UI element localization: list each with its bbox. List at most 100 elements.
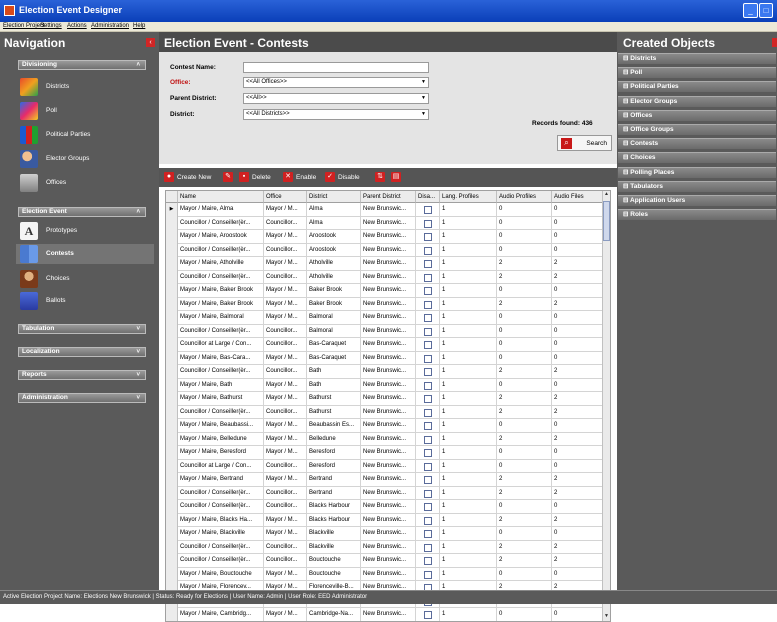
row-header[interactable]	[166, 297, 178, 311]
row-header[interactable]	[166, 216, 178, 230]
disabled-checkbox[interactable]	[424, 273, 432, 282]
nav-group-divisioning[interactable]: Divisioning ˄	[18, 60, 146, 70]
column-header-disabled[interactable]: Disa...	[416, 191, 440, 203]
disabled-checkbox[interactable]	[424, 314, 432, 322]
row-header[interactable]	[166, 527, 178, 541]
district-select[interactable]: <<All Districts>> ▼	[243, 109, 429, 120]
minimize-button[interactable]: _	[743, 3, 758, 18]
delete-button[interactable]: ▪ Delete	[239, 171, 271, 184]
menu-settings[interactable]: Settings	[40, 23, 62, 29]
row-header[interactable]	[166, 486, 178, 500]
collapse-navigation-button[interactable]: ‹	[146, 38, 155, 47]
created-object-office-groups[interactable]: ⊟ Office Groups	[618, 124, 776, 135]
row-header[interactable]	[166, 338, 178, 352]
row-header[interactable]	[166, 230, 178, 244]
disabled-checkbox[interactable]	[424, 368, 432, 376]
table-row[interactable]: Mayor / Maire, Beresford Mayor / M... Bere…	[166, 446, 604, 460]
table-row[interactable]: Mayor / Maire, Blacks Ha... Mayor / M... B…	[166, 513, 604, 527]
table-row[interactable]: Councillor / Conseiller(èr...Councillor.…	[166, 243, 604, 257]
table-row[interactable]: Mayor / Maire, Bertrand Mayor / M... Bertr…	[166, 473, 604, 487]
disabled-checkbox[interactable]	[424, 489, 432, 498]
table-row[interactable]: Mayor / Maire, Belledune Mayor / M... Bell…	[166, 432, 604, 446]
table-row[interactable]: Councillor / Conseiller(èr...Councillor.…	[166, 540, 604, 554]
row-header[interactable]	[166, 378, 178, 392]
nav-group-reports[interactable]: Reports ˅	[18, 370, 146, 380]
scroll-up-icon[interactable]: ▲	[603, 191, 610, 199]
menu-election-project[interactable]: Election Project	[3, 23, 45, 29]
row-header[interactable]	[166, 540, 178, 554]
current-row-indicator[interactable]: ▶	[166, 203, 178, 217]
table-row[interactable]: Councillor at Large / Con... Councillor..…	[166, 338, 604, 352]
table-row[interactable]: Councillor / Conseiller(èr...Councillor.…	[166, 324, 604, 338]
row-header[interactable]	[166, 446, 178, 460]
disabled-checkbox[interactable]	[424, 516, 432, 525]
row-header[interactable]	[166, 270, 178, 284]
row-header[interactable]	[166, 405, 178, 419]
column-header-audio-profiles[interactable]: Audio Profiles	[497, 191, 552, 203]
search-button[interactable]: ⌕ Search	[557, 135, 612, 151]
disabled-checkbox[interactable]	[424, 449, 432, 457]
table-row[interactable]: Mayor / Maire, Bath Mayor / M... Bath New B…	[166, 378, 604, 392]
row-header[interactable]	[166, 243, 178, 257]
disabled-checkbox[interactable]	[424, 381, 432, 390]
table-row[interactable]: Councillor / Conseiller(èr...Councillor.…	[166, 270, 604, 284]
row-header[interactable]	[166, 513, 178, 527]
row-header[interactable]	[166, 311, 178, 325]
nav-group-localization[interactable]: Localization ˅	[18, 347, 146, 357]
table-row[interactable]: Mayor / Maire, Balmoral Mayor / M... Balmo…	[166, 311, 604, 325]
column-header-name[interactable]: Name	[178, 191, 264, 203]
contest-name-input[interactable]	[243, 62, 429, 73]
scroll-thumb[interactable]	[603, 201, 610, 241]
row-header[interactable]	[166, 608, 178, 621]
disabled-checkbox[interactable]	[424, 408, 432, 417]
disabled-checkbox[interactable]	[424, 435, 432, 444]
row-header[interactable]	[166, 257, 178, 271]
table-row[interactable]: ▶ Mayor / Maire, Alma Mayor / M... Alma New …	[166, 203, 604, 217]
nav-item-choices[interactable]: Choices	[20, 269, 152, 289]
created-object-elector-groups[interactable]: ⊟ Elector Groups	[618, 95, 776, 107]
created-object-application-users[interactable]: ⊟ Application Users	[618, 195, 776, 206]
row-header[interactable]	[166, 432, 178, 446]
menu-help[interactable]: Help	[133, 23, 145, 29]
table-row[interactable]: Councillor / Conseiller(èr...Councillor.…	[166, 216, 604, 230]
disabled-checkbox[interactable]	[424, 354, 432, 363]
collapse-created-objects-button[interactable]	[772, 38, 777, 47]
created-object-polling-places[interactable]: ⊟ Polling Places	[618, 166, 776, 178]
disabled-checkbox[interactable]	[424, 206, 432, 214]
created-object-choices[interactable]: ⊟ Choices	[618, 152, 776, 164]
disabled-checkbox[interactable]	[424, 395, 432, 403]
parent-district-select[interactable]: <<All>> ▼	[243, 93, 429, 104]
disabled-checkbox[interactable]	[424, 260, 432, 268]
row-header[interactable]	[166, 392, 178, 406]
nav-group-election-event[interactable]: Election Event ˄	[18, 207, 146, 217]
nav-item-prototypes[interactable]: A Prototypes	[20, 221, 152, 241]
created-object-contests[interactable]: ⊟ Contests	[618, 138, 776, 150]
maximize-button[interactable]: □	[759, 3, 773, 18]
table-row[interactable]: Mayor / Maire, Aroostook Mayor / M... Aroo…	[166, 230, 604, 244]
disabled-checkbox[interactable]	[424, 341, 432, 349]
table-row[interactable]: Councillor / Conseiller(èr...Councillor.…	[166, 554, 604, 568]
row-header[interactable]	[166, 473, 178, 487]
table-row[interactable]: Councillor at Large / Con... Councillor..…	[166, 459, 604, 473]
nav-group-administration[interactable]: Administration ˅	[18, 393, 146, 403]
enable-button[interactable]: ✕ Enable	[283, 171, 316, 184]
disabled-checkbox[interactable]	[424, 530, 432, 538]
row-header[interactable]	[166, 419, 178, 433]
disabled-checkbox[interactable]	[424, 422, 432, 430]
created-object-roles[interactable]: ⊟ Roles	[618, 209, 776, 221]
row-header[interactable]	[166, 324, 178, 338]
table-row[interactable]: Mayor / Maire, Baker Brook Mayor / M... Ba…	[166, 297, 604, 311]
row-header[interactable]	[166, 284, 178, 298]
sort-button[interactable]: ⇅	[375, 171, 388, 184]
office-select[interactable]: <<All Offices>> ▼	[243, 77, 429, 88]
created-object-poll[interactable]: ⊟ Poll	[618, 67, 776, 79]
expand-icon[interactable]: ⊟	[623, 197, 630, 204]
disabled-checkbox[interactable]	[424, 462, 432, 471]
disabled-checkbox[interactable]	[424, 233, 432, 241]
table-row[interactable]: Mayor / Maire, Bas-Cara... Mayor / M... Ba…	[166, 351, 604, 365]
create-new-button[interactable]: ● Create New	[164, 171, 211, 184]
edit-button[interactable]: ✎	[223, 171, 236, 184]
scroll-down-icon[interactable]: ▼	[603, 613, 610, 621]
disabled-checkbox[interactable]	[424, 287, 432, 295]
table-row[interactable]: Councillor / Conseiller(èr...Councillor.…	[166, 500, 604, 514]
